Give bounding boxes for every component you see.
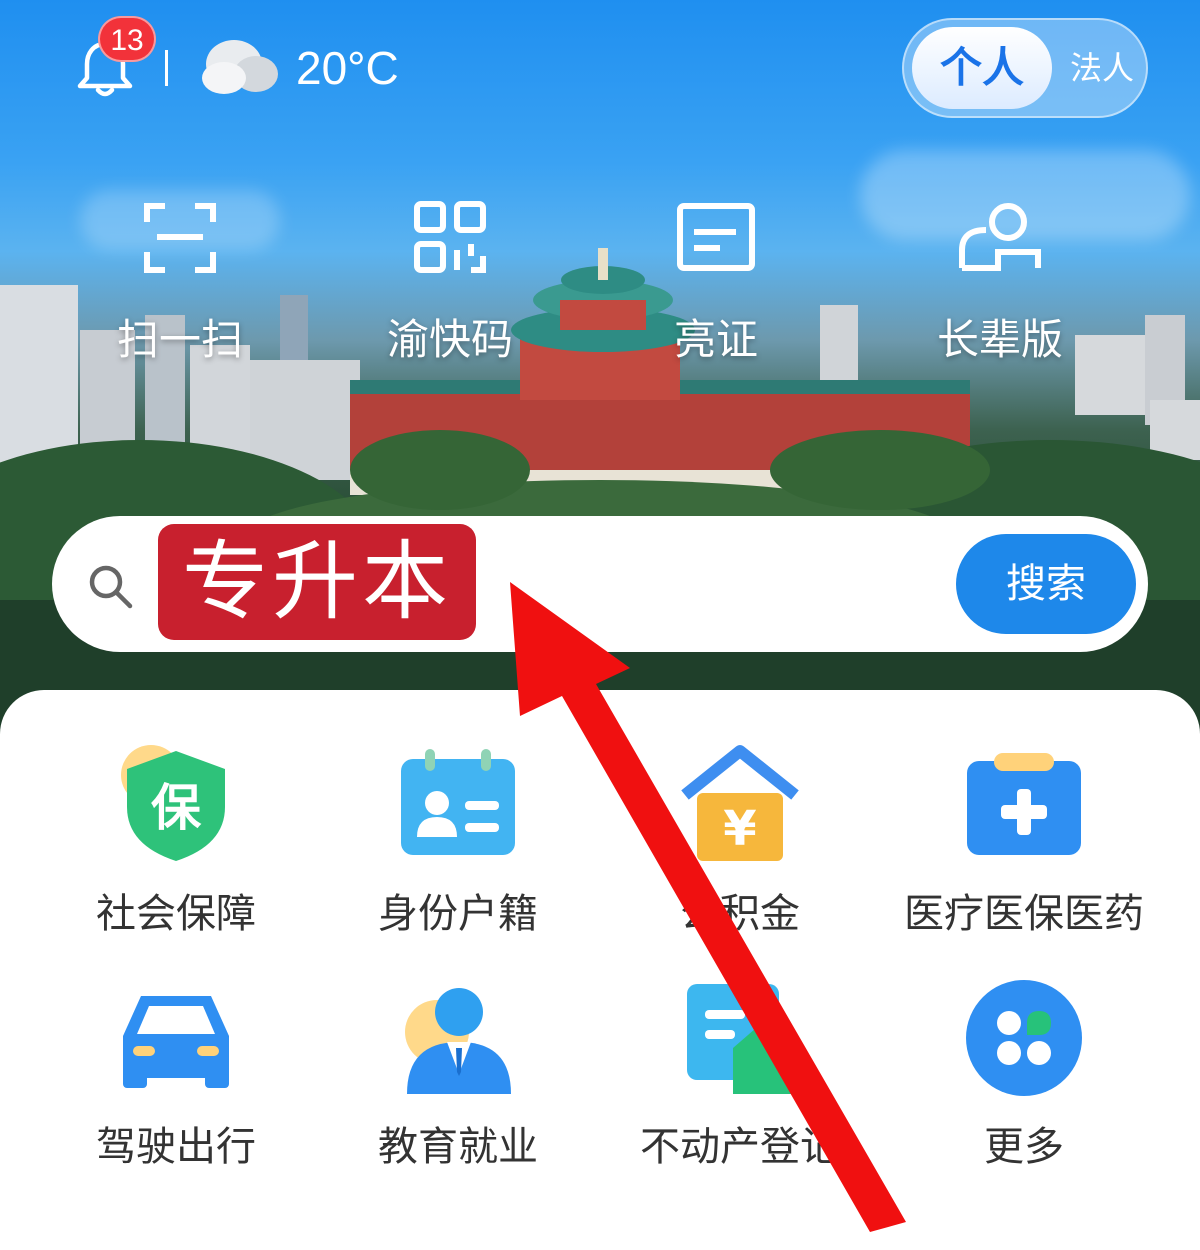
household-id-icon (401, 749, 515, 855)
quick-action-show-id[interactable]: 亮证 (616, 200, 816, 380)
housing-fund-icon: ¥ (681, 745, 799, 861)
car-icon (123, 996, 229, 1088)
quick-action-elder-mode[interactable]: 长辈版 (900, 200, 1100, 380)
service-label: 驾驶出行 (96, 1124, 256, 1170)
svg-text:¥: ¥ (723, 801, 756, 857)
quick-action-scan[interactable]: 扫一扫 (80, 200, 280, 380)
search-input[interactable]: 专升本 (158, 524, 476, 640)
quick-action-label: 亮证 (673, 315, 758, 364)
service-household-id[interactable]: 身份户籍 (318, 745, 598, 955)
temperature: 20°C (296, 42, 399, 94)
real-estate-icon (687, 984, 793, 1094)
toggle-legal-entity[interactable]: 法人 (1062, 27, 1142, 109)
divider (165, 50, 168, 86)
social-security-icon: 保 (121, 745, 225, 861)
service-housing-fund[interactable]: ¥ 公积金 (600, 745, 880, 955)
elder-mode-icon (959, 203, 1041, 271)
service-label: 公积金 (680, 891, 800, 937)
toggle-personal[interactable]: 个人 (912, 27, 1052, 109)
education-employment-icon (405, 988, 511, 1094)
service-label: 更多 (984, 1124, 1064, 1170)
top-bar: 13 20°C 个人 法人 (0, 0, 1200, 140)
service-education-employment[interactable]: 教育就业 (318, 978, 598, 1188)
service-social-security[interactable]: 保 社会保障 (36, 745, 316, 955)
medical-icon (967, 753, 1081, 855)
quick-action-label: 渝快码 (386, 315, 513, 364)
service-label: 教育就业 (378, 1124, 538, 1170)
service-driving-travel[interactable]: 驾驶出行 (36, 978, 316, 1188)
search-button[interactable]: 搜索 (956, 534, 1136, 634)
scan-icon (144, 203, 216, 273)
id-card-icon (677, 203, 755, 271)
service-label: 医疗医保医药 (904, 891, 1144, 937)
search-icon (89, 565, 133, 609)
cloudy-icon (202, 40, 278, 94)
search-bar[interactable]: 专升本 搜索 (52, 516, 1148, 652)
service-real-estate[interactable]: 不动产登记 (600, 978, 880, 1188)
qr-code-icon (414, 201, 486, 273)
service-more[interactable]: 更多 (884, 978, 1164, 1188)
notification-badge: 13 (98, 16, 156, 62)
quick-action-qr-code[interactable]: 渝快码 (350, 200, 550, 380)
svg-text:保: 保 (151, 779, 202, 837)
quick-action-label: 扫一扫 (116, 315, 243, 364)
service-label: 身份户籍 (378, 891, 538, 937)
more-icon (966, 980, 1082, 1096)
service-medical[interactable]: 医疗医保医药 (884, 745, 1164, 955)
service-label: 社会保障 (96, 891, 256, 937)
identity-toggle[interactable]: 个人 法人 (902, 18, 1148, 118)
quick-action-label: 长辈版 (936, 315, 1063, 364)
service-label: 不动产登记 (640, 1124, 840, 1170)
